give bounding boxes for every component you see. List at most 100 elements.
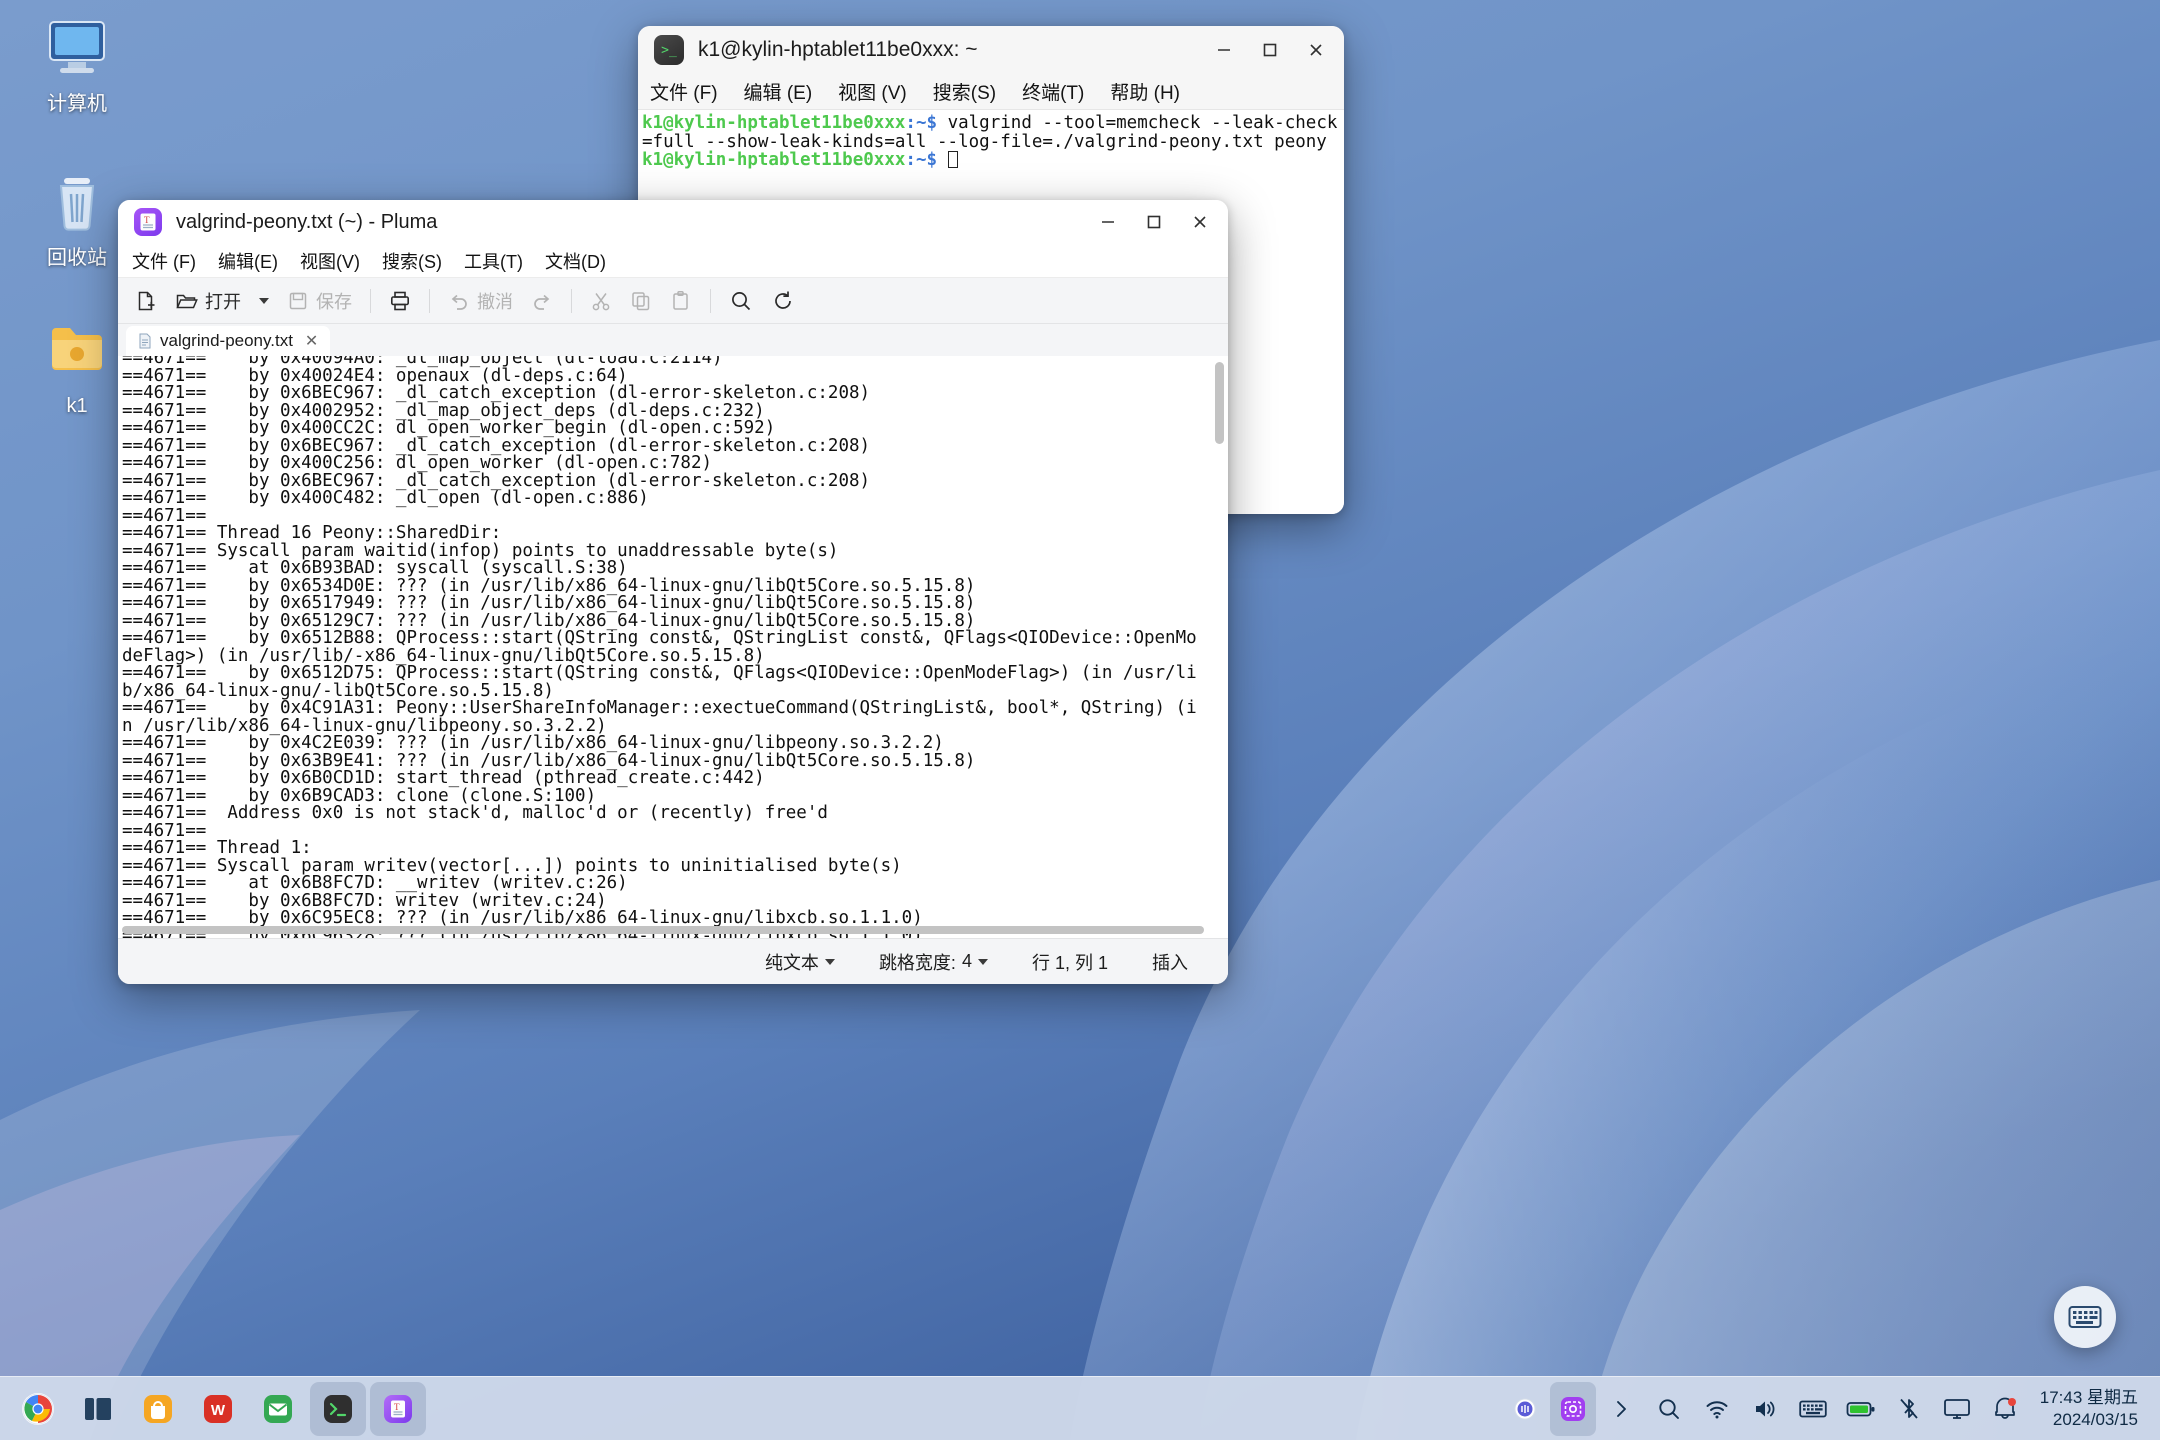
find-replace-button[interactable] xyxy=(764,284,802,318)
notification-icon xyxy=(1994,1397,2016,1419)
chevron-right-icon xyxy=(1616,1400,1626,1417)
terminal-close-button[interactable] xyxy=(1294,30,1338,70)
tray-expand[interactable] xyxy=(1598,1382,1644,1436)
taskbar-clock[interactable]: 17:43 星期五 2024/03/15 xyxy=(2030,1387,2154,1430)
pluma-menu-file[interactable]: 文件 (F) xyxy=(132,248,196,274)
search-icon xyxy=(732,291,751,310)
print-button[interactable] xyxy=(382,284,418,318)
battery-icon xyxy=(1846,1401,1875,1416)
keyboard-icon xyxy=(2068,1306,2102,1328)
taskbar-app-store[interactable] xyxy=(130,1382,186,1436)
tray-battery[interactable] xyxy=(1838,1382,1884,1436)
terminal-icon-glyph: >_ xyxy=(661,42,677,58)
save-button-label: 保存 xyxy=(316,291,352,312)
tray-keyboard[interactable] xyxy=(1790,1382,1836,1436)
terminal-maximize-button[interactable] xyxy=(1248,30,1292,70)
document-text[interactable]: ==4671== by 0x40094A0: _dl_map_object (d… xyxy=(122,356,1206,938)
status-tab-width-value: 4 xyxy=(961,951,972,971)
scrollbar-thumb[interactable] xyxy=(122,926,1204,934)
tab-close-icon[interactable]: ✕ xyxy=(305,331,318,351)
terminal-prompt-user: k1@kylin-hptablet11be0xxx xyxy=(642,150,906,170)
pluma-menu-documents[interactable]: 文档(D) xyxy=(545,248,606,274)
terminal-menu-terminal[interactable]: 终端(T) xyxy=(1022,78,1084,105)
terminal-menu-edit[interactable]: 编辑 (E) xyxy=(744,78,813,105)
pluma-menu-edit[interactable]: 编辑(E) xyxy=(218,248,278,274)
chevron-down-icon xyxy=(259,297,269,304)
taskbar-task-view[interactable] xyxy=(70,1382,126,1436)
tray-search[interactable] xyxy=(1646,1382,1692,1436)
pluma-window[interactable]: T valgrind-peony.txt (~) - Pluma 文件 (F) … xyxy=(118,200,1228,984)
terminal-menu-search[interactable]: 搜索(S) xyxy=(933,78,996,105)
tray-display[interactable] xyxy=(1934,1382,1980,1436)
pluma-maximize-button[interactable] xyxy=(1132,202,1176,242)
copy-button xyxy=(623,284,659,318)
tray-bluetooth[interactable] xyxy=(1886,1382,1932,1436)
pluma-statusbar: 纯文本 跳格宽度: 4 行 1, 列 1 插入 xyxy=(118,938,1228,984)
taskbar-mail[interactable] xyxy=(250,1382,306,1436)
save-button: 保存 xyxy=(280,284,359,318)
document-vertical-scrollbar[interactable] xyxy=(1213,358,1226,922)
pluma-close-button[interactable] xyxy=(1178,202,1222,242)
terminal-minimize-button[interactable] xyxy=(1202,30,1246,70)
pluma-menu-search[interactable]: 搜索(S) xyxy=(382,248,442,274)
pluma-minimize-button[interactable] xyxy=(1086,202,1130,242)
pluma-icon: T xyxy=(384,1394,412,1423)
terminal-prompt-user: k1@kylin-hptablet11be0xxx xyxy=(642,113,906,133)
desktop-icon-computer[interactable]: 计算机 xyxy=(12,18,142,116)
keyboard-icon xyxy=(1799,1400,1827,1417)
toolbar-separator xyxy=(429,288,430,313)
tray-input-method[interactable] xyxy=(1502,1382,1548,1436)
mail-icon xyxy=(264,1394,292,1423)
terminal-menu-file[interactable]: 文件 (F) xyxy=(650,78,718,105)
tray-network[interactable] xyxy=(1694,1382,1740,1436)
status-format-label: 纯文本 xyxy=(764,952,819,973)
pluma-menu-tools[interactable]: 工具(T) xyxy=(464,248,523,274)
terminal-prompt-path: :~$ xyxy=(905,150,948,170)
floating-keyboard-button[interactable] xyxy=(2054,1286,2116,1348)
document-view[interactable]: ==4671== by 0x40094A0: _dl_map_object (d… xyxy=(118,356,1228,938)
open-button[interactable]: 打开 xyxy=(168,284,248,318)
terminal-menu-help[interactable]: 帮助 (H) xyxy=(1110,78,1180,105)
status-insert-mode: 插入 xyxy=(1130,949,1210,975)
tray-notifications[interactable] xyxy=(1982,1382,2028,1436)
computer-icon xyxy=(12,18,142,84)
pluma-menubar: 文件 (F) 编辑(E) 视图(V) 搜索(S) 工具(T) 文档(D) xyxy=(118,244,1228,278)
taskbar-terminal[interactable] xyxy=(310,1381,366,1436)
wps-icon: W xyxy=(204,1394,232,1423)
terminal-menu-view[interactable]: 视图 (V) xyxy=(838,78,907,105)
printer-icon xyxy=(390,291,409,310)
toolbar-separator xyxy=(710,288,711,313)
open-dropdown-button[interactable] xyxy=(252,284,276,318)
task-view-icon xyxy=(85,1397,111,1420)
find-button[interactable] xyxy=(722,284,760,318)
terminal-prompt-path: :~$ xyxy=(905,113,948,133)
terminal-titlebar[interactable]: >_ k1@kylin-hptablet11be0xxx: ~ xyxy=(638,26,1344,74)
copy-icon xyxy=(632,291,650,310)
status-tab-width[interactable]: 跳格宽度: 4 xyxy=(857,949,1010,975)
toolbar-separator xyxy=(571,288,572,313)
taskbar-pluma[interactable]: T xyxy=(370,1381,426,1436)
scrollbar-thumb[interactable] xyxy=(1215,362,1224,444)
new-document-button[interactable] xyxy=(128,284,164,318)
tray-volume[interactable] xyxy=(1742,1382,1788,1436)
undo-button: 撤消 xyxy=(441,284,520,318)
taskbar-wps-office[interactable]: W xyxy=(190,1382,246,1436)
pluma-menu-view[interactable]: 视图(V) xyxy=(300,248,360,274)
bluetooth-off-icon xyxy=(1900,1398,1918,1419)
kylin-start-icon xyxy=(22,1392,54,1425)
pluma-titlebar[interactable]: T valgrind-peony.txt (~) - Pluma xyxy=(118,200,1228,244)
new-document-icon xyxy=(138,291,155,310)
terminal-window-controls xyxy=(1202,30,1338,70)
taskbar-start-menu[interactable] xyxy=(10,1382,66,1436)
tab-label: valgrind-peony.txt xyxy=(160,331,293,350)
tray-screenshot[interactable] xyxy=(1549,1381,1596,1436)
redo-button xyxy=(524,284,560,318)
svg-text:T: T xyxy=(144,215,150,225)
open-button-label: 打开 xyxy=(205,291,241,312)
input-method-icon xyxy=(1514,1398,1536,1419)
tab-valgrind-peony[interactable]: valgrind-peony.txt ✕ xyxy=(126,326,331,356)
app-store-icon xyxy=(144,1394,172,1423)
document-horizontal-scrollbar[interactable] xyxy=(118,925,1214,936)
status-format[interactable]: 纯文本 xyxy=(743,949,857,975)
terminal-icon xyxy=(324,1394,352,1423)
